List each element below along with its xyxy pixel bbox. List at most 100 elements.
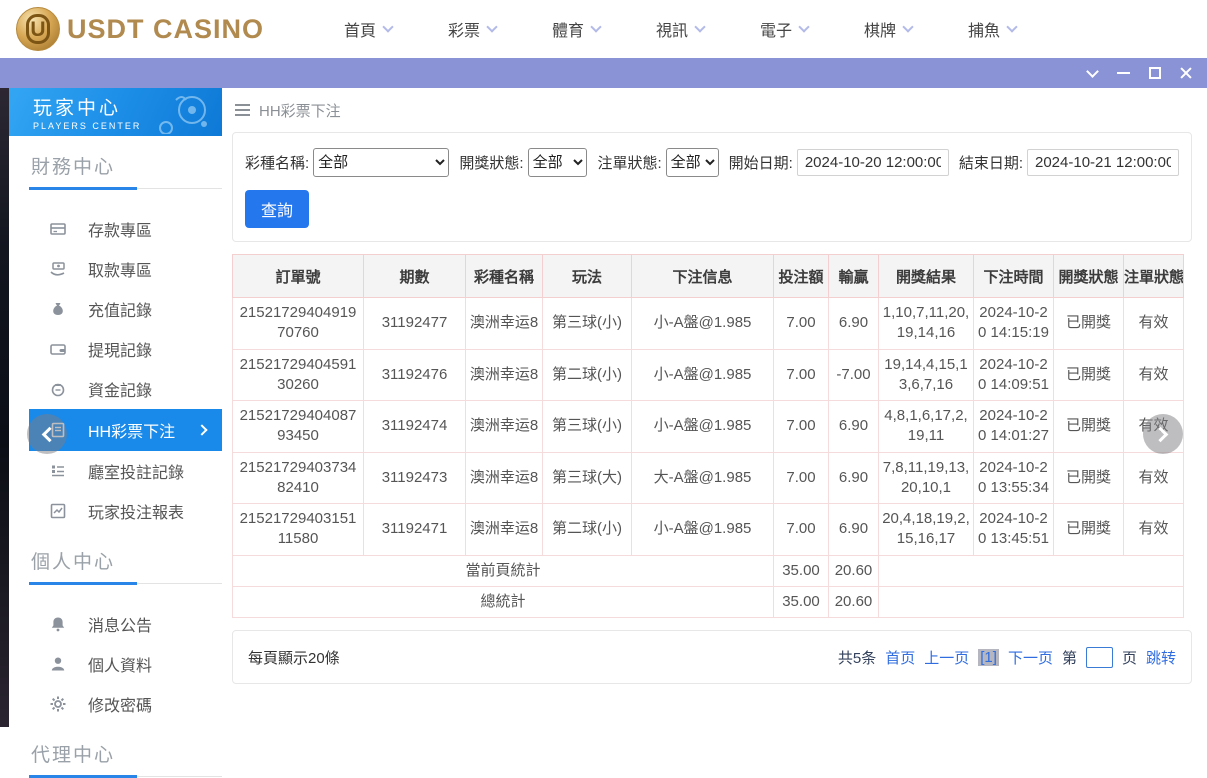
logo-monogram: U	[26, 14, 50, 44]
col-bet-time: 下注時間	[974, 255, 1054, 298]
cell-lottery-name: 澳洲幸运8	[466, 504, 543, 556]
sidebar-item-announcements[interactable]: 消息公告	[9, 604, 222, 644]
chevron-down-icon	[382, 21, 393, 32]
nav-item-fishing[interactable]: 捕魚	[940, 17, 1044, 41]
logo-text: USDT CASINO	[67, 14, 264, 45]
nav-item-label: 捕魚	[968, 17, 1000, 41]
cell-bet-info: 小-A盤@1.985	[632, 349, 774, 401]
section-title-agent: 代理中心	[31, 740, 222, 767]
minimize-icon	[1117, 72, 1130, 74]
pagination-controls: 共5条 首页 上一页 [1] 下一页 第 页 跳转	[838, 647, 1176, 668]
logo-coin-icon: U	[16, 7, 60, 51]
sidebar-item-room-bet-record[interactable]: 廳室投註記錄	[9, 451, 222, 491]
section-underline	[29, 188, 222, 189]
cell-order-id: 2152172940459130260	[233, 349, 364, 401]
cell-play-type: 第二球(小)	[543, 504, 632, 556]
sidebar-item-label: 消息公告	[88, 612, 152, 636]
sidebar-item-label: 充值記錄	[88, 297, 152, 321]
sidebar-item-change-password[interactable]: 修改密碼	[9, 684, 222, 724]
sidebar-item-recharge-record[interactable]: 充值記錄	[9, 289, 222, 329]
main-menu: 首頁 彩票 體育 視訊 電子 棋牌 捕魚	[316, 17, 1044, 41]
cell-draw-result: 4,8,1,6,17,2,19,11	[879, 401, 974, 453]
chevron-down-icon	[902, 21, 913, 32]
nav-item-live[interactable]: 視訊	[628, 17, 732, 41]
sidebar-item-withdraw[interactable]: 取款專區	[9, 249, 222, 289]
sidebar-item-label: 廳室投註記錄	[88, 459, 184, 483]
panel-expand-button[interactable]	[1143, 414, 1183, 454]
col-issue: 期數	[364, 255, 466, 298]
sidebar-item-deposit[interactable]: 存款專區	[9, 209, 222, 249]
cell-bet-time: 2024-10-20 13:55:34	[974, 452, 1054, 504]
nav-item-slots[interactable]: 電子	[732, 17, 836, 41]
col-bet-amount: 投注額	[774, 255, 829, 298]
end-date-input[interactable]	[1027, 149, 1179, 176]
cell-bet-amount: 7.00	[774, 298, 829, 350]
summary-label: 當前頁統計	[233, 555, 774, 586]
window-minimize-button[interactable]	[1108, 58, 1139, 88]
section-underline	[29, 776, 222, 777]
sidebar-item-label: 修改密碼	[88, 692, 152, 716]
draw-status-select[interactable]: 全部	[528, 148, 588, 177]
nav-item-label: 棋牌	[864, 17, 896, 41]
window-collapse-button[interactable]	[1077, 58, 1108, 88]
order-status-select[interactable]: 全部	[666, 148, 719, 177]
top-navigation-bar: U USDT CASINO 首頁 彩票 體育 視訊 電子 棋牌 捕魚	[0, 0, 1207, 58]
sidebar-item-profile[interactable]: 個人資料	[9, 644, 222, 684]
hamburger-menu-icon[interactable]	[235, 104, 250, 116]
cell-bet-info: 小-A盤@1.985	[632, 504, 774, 556]
nav-item-home[interactable]: 首頁	[316, 17, 420, 41]
chevron-down-icon	[1086, 65, 1099, 78]
cell-winloss: -7.00	[829, 349, 879, 401]
first-page-link[interactable]: 首页	[885, 647, 915, 668]
cell-draw-result: 7,8,11,19,13,20,10,1	[879, 452, 974, 504]
nav-item-sports[interactable]: 體育	[524, 17, 628, 41]
page-size-text: 每頁顯示20條	[248, 647, 340, 668]
sidebar-collapse-button[interactable]	[27, 414, 67, 454]
report-chart-icon	[49, 502, 67, 520]
filter-panel: 彩種名稱: 全部 開獎狀態: 全部 注單狀態: 全部 開始日期: 結束日期: 查…	[232, 132, 1192, 242]
page-jump-input[interactable]	[1086, 647, 1113, 668]
window-maximize-button[interactable]	[1139, 58, 1170, 88]
background-edge-strip	[0, 88, 9, 727]
maximize-icon	[1149, 67, 1161, 79]
query-button[interactable]: 查詢	[245, 190, 309, 228]
window-close-button[interactable]	[1170, 58, 1201, 88]
chevron-right-icon	[1153, 426, 1169, 442]
sidebar-item-player-bet-report[interactable]: 玩家投注報表	[9, 491, 222, 531]
cell-bet-info: 小-A盤@1.985	[632, 298, 774, 350]
sidebar-item-withdraw-record[interactable]: 提現記錄	[9, 329, 222, 369]
summary-winloss-total: 20.60	[829, 586, 879, 617]
next-page-link[interactable]: 下一页	[1008, 647, 1053, 668]
site-logo[interactable]: U USDT CASINO	[16, 7, 264, 51]
nav-item-label: 體育	[552, 17, 584, 41]
close-icon	[1179, 66, 1193, 80]
cell-play-type: 第二球(小)	[543, 349, 632, 401]
nav-item-cards[interactable]: 棋牌	[836, 17, 940, 41]
sidebar-item-label: 提現記錄	[88, 337, 152, 361]
col-lottery-name: 彩種名稱	[466, 255, 543, 298]
gamepad-decoration-icon	[146, 94, 212, 134]
breadcrumb: HH彩票下注	[222, 88, 1207, 132]
nav-item-lottery[interactable]: 彩票	[420, 17, 524, 41]
cell-draw-status: 已開獎	[1054, 401, 1124, 453]
sidebar-item-label: 個人資料	[88, 652, 152, 676]
cell-winloss: 6.90	[829, 298, 879, 350]
coin-purse-icon	[49, 380, 67, 398]
nav-item-label: 彩票	[448, 17, 480, 41]
table-row: 2152172940491970760 31192477 澳洲幸运8 第三球(小…	[233, 298, 1184, 350]
gear-icon	[49, 695, 67, 713]
wallet-icon	[49, 340, 67, 358]
sidebar-item-funds-record[interactable]: 資金記錄	[9, 369, 222, 409]
prev-page-link[interactable]: 上一页	[924, 647, 969, 668]
order-status-label: 注單狀態:	[597, 152, 661, 173]
window-title-bar	[0, 58, 1207, 88]
col-order-status: 注單狀態	[1124, 255, 1184, 298]
jump-button[interactable]: 跳转	[1146, 647, 1176, 668]
cell-order-id: 2152172940373482410	[233, 452, 364, 504]
lottery-name-select[interactable]: 全部	[313, 148, 449, 177]
cell-bet-info: 小-A盤@1.985	[632, 401, 774, 453]
col-order-id: 訂單號	[233, 255, 364, 298]
cell-draw-result: 20,4,18,19,2,15,16,17	[879, 504, 974, 556]
start-date-input[interactable]	[797, 149, 949, 176]
cell-issue: 31192477	[364, 298, 466, 350]
